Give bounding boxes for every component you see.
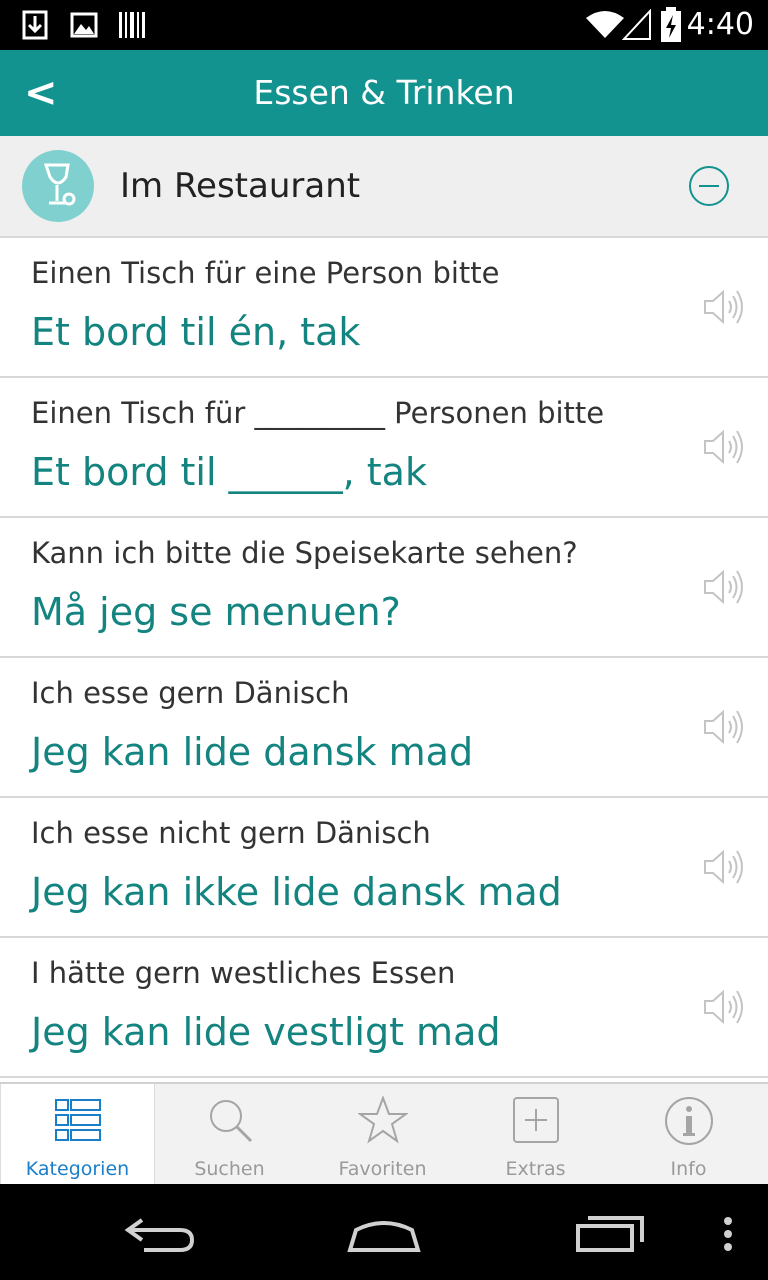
bottom-tab-bar: Kategorien Suchen Favoriten Extras Info (0, 1082, 768, 1186)
phrase-danish: Et bord til én, tak (31, 310, 361, 354)
phrase-german: Einen Tisch für eine Person bitte (31, 256, 500, 290)
tab-suchen[interactable]: Suchen (153, 1084, 306, 1184)
signal-icon (622, 0, 652, 50)
search-icon (206, 1096, 254, 1148)
phrase-danish: Jeg kan lide dansk mad (31, 730, 474, 774)
phrase-danish: Et bord til ______, tak (31, 450, 427, 494)
tab-label: Favoriten (338, 1158, 427, 1180)
phrase-german: Ich esse nicht gern Dänisch (31, 816, 431, 850)
phrase-german: Kann ich bitte die Speisekarte sehen? (31, 536, 578, 570)
tab-label: Info (670, 1158, 707, 1180)
list-item[interactable]: I hätte gern westliches Essen Jeg kan li… (0, 938, 768, 1078)
phrase-list: Einen Tisch für eine Person bitte Et bor… (0, 238, 768, 1078)
section-title: Im Restaurant (120, 166, 361, 206)
tab-info[interactable]: Info (612, 1084, 765, 1184)
home-nav-icon[interactable] (346, 1214, 422, 1258)
wine-glass-icon (22, 150, 94, 222)
battery-icon (660, 0, 682, 50)
list-item[interactable]: Ich esse nicht gern Dänisch Jeg kan ikke… (0, 798, 768, 938)
speaker-icon[interactable] (702, 846, 748, 888)
tab-label: Kategorien (25, 1158, 130, 1180)
phrase-danish: Må jeg se menuen? (31, 590, 401, 634)
action-bar: < Essen & Trinken (0, 50, 768, 136)
navigation-bar (0, 1184, 768, 1280)
status-time: 4:40 (686, 7, 754, 42)
speaker-icon[interactable] (702, 986, 748, 1028)
phrase-german: I hätte gern westliches Essen (31, 956, 456, 990)
tab-favoriten[interactable]: Favoriten (306, 1084, 459, 1184)
phrase-danish: Jeg kan lide vestligt mad (31, 1010, 501, 1054)
list-item[interactable]: Kann ich bitte die Speisekarte sehen? Må… (0, 518, 768, 658)
barcode-icon (118, 0, 146, 50)
speaker-icon[interactable] (702, 706, 748, 748)
speaker-icon[interactable] (702, 426, 748, 468)
speaker-icon[interactable] (702, 566, 748, 608)
menu-dots-icon[interactable] (722, 1216, 734, 1256)
list-item[interactable]: Einen Tisch für eine Person bitte Et bor… (0, 238, 768, 378)
tab-label: Suchen (194, 1158, 265, 1180)
info-icon (664, 1096, 714, 1150)
minus-circle-icon[interactable] (688, 165, 730, 207)
section-header[interactable]: Im Restaurant (0, 136, 768, 238)
plus-box-icon (512, 1096, 560, 1148)
tab-kategorien[interactable]: Kategorien (0, 1084, 155, 1184)
list-item[interactable]: Einen Tisch für _________ Personen bitte… (0, 378, 768, 518)
recents-nav-icon[interactable] (574, 1214, 646, 1258)
list-icon (54, 1096, 102, 1148)
list-item[interactable]: Ich esse gern Dänisch Jeg kan lide dansk… (0, 658, 768, 798)
image-icon (70, 0, 98, 50)
back-nav-icon[interactable] (124, 1216, 196, 1256)
speaker-icon[interactable] (702, 286, 748, 328)
tab-label: Extras (505, 1158, 566, 1180)
star-icon (356, 1095, 409, 1148)
tab-extras[interactable]: Extras (459, 1084, 612, 1184)
phrase-german: Einen Tisch für _________ Personen bitte (31, 396, 605, 430)
download-icon (22, 0, 48, 50)
phrase-danish: Jeg kan ikke lide dansk mad (31, 870, 562, 914)
phrase-german: Ich esse gern Dänisch (31, 676, 350, 710)
page-title: Essen & Trinken (253, 73, 515, 112)
wifi-icon (584, 0, 626, 50)
status-bar: 4:40 (0, 0, 768, 50)
